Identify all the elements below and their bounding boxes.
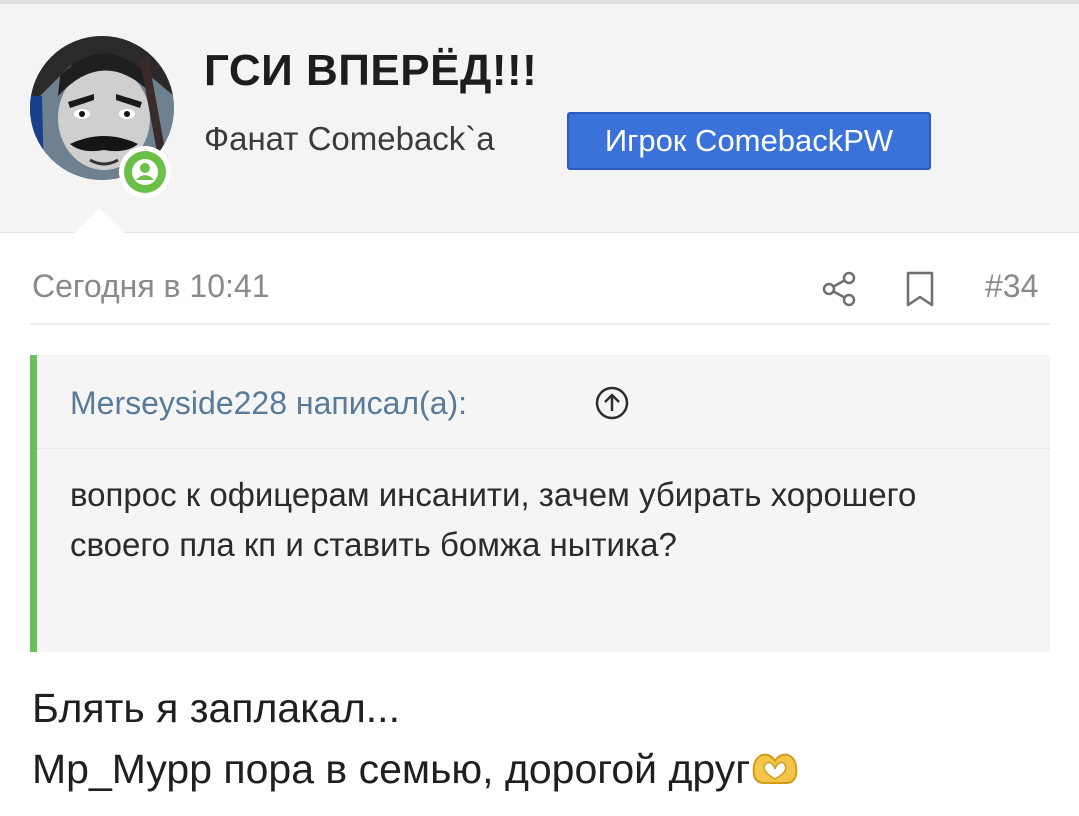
message-line: Mp_Мурр пора в семью, дорогой друг: [32, 746, 751, 792]
user-banner: Игрок ComebackPW: [567, 112, 931, 170]
bookmark-icon[interactable]: [903, 270, 937, 308]
online-status-badge: [119, 146, 171, 198]
post-date[interactable]: Сегодня в 10:41: [32, 268, 270, 305]
message-line: Блять я заплакал...: [32, 685, 400, 731]
post-author-header: ГСИ ВПЕРЁД!!! Фанат Comeback`a Игрок Com…: [0, 4, 1079, 233]
share-icon[interactable]: [820, 270, 858, 308]
username[interactable]: ГСИ ВПЕРЁД!!!: [204, 46, 537, 96]
quote-text: вопрос к офицерам инсанити, зачем убират…: [70, 476, 917, 563]
heart-hands-emoji: [750, 745, 800, 789]
user-online-icon: [124, 151, 166, 193]
post-number-link[interactable]: #34: [985, 268, 1038, 305]
header-pointer-arrow: [73, 208, 125, 234]
post-header-divider: [30, 323, 1050, 325]
quote-header: Merseyside228 написал(а):: [37, 355, 1050, 449]
quote-author-link[interactable]: Merseyside228 написал(а):: [70, 385, 467, 422]
arrow-up-circle-icon[interactable]: [594, 385, 630, 421]
post-message: Блять я заплакал... Mp_Мурр пора в семью…: [32, 678, 1032, 800]
quote-block: Merseyside228 написал(а): вопрос к офице…: [30, 355, 1050, 652]
user-title: Фанат Comeback`a: [204, 120, 495, 157]
message-line-with-emoji: Mp_Мурр пора в семью, дорогой друг: [32, 739, 1032, 800]
